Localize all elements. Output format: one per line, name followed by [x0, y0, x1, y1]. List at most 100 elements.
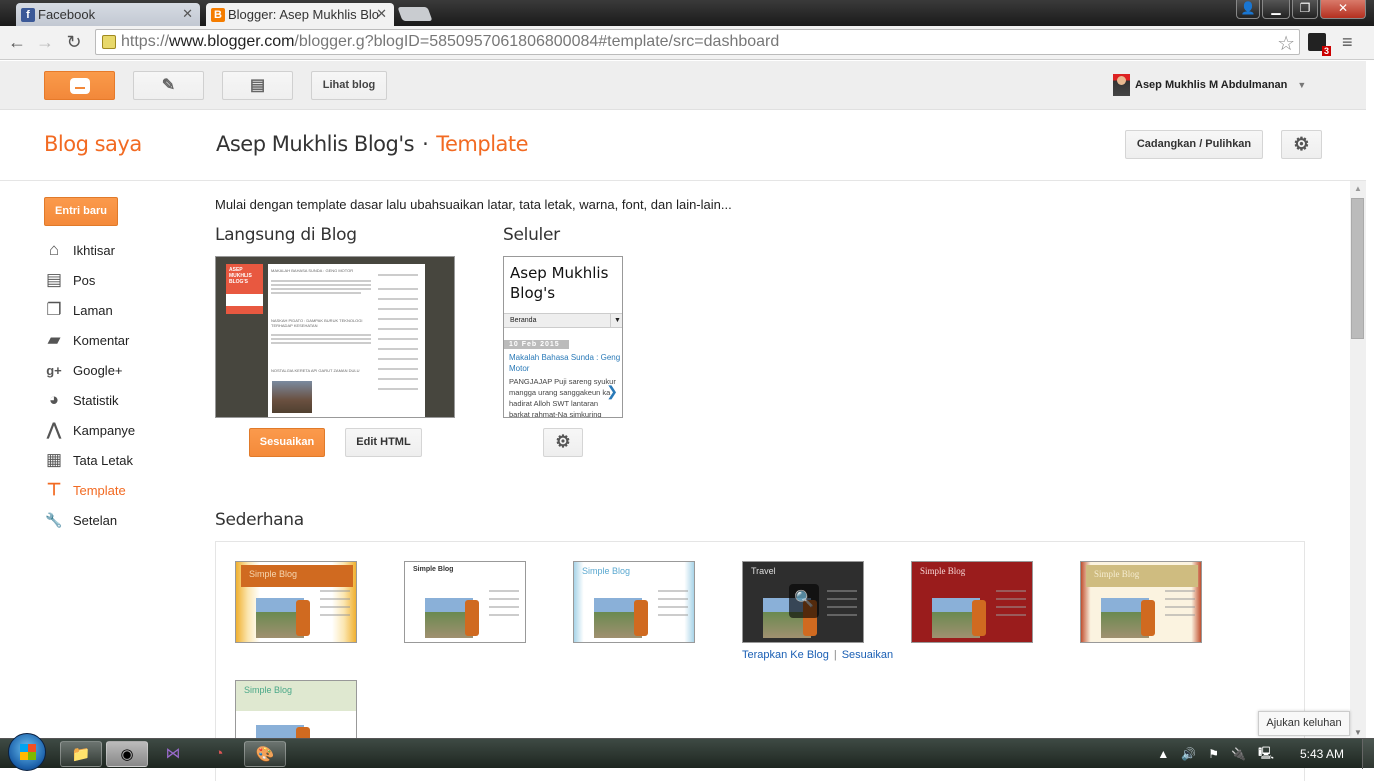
- back-button[interactable]: ←: [6, 32, 28, 53]
- address-bar[interactable]: https://www.blogger.com/blogger.g?blogID…: [95, 29, 1300, 55]
- paint-roller-icon: ⊤: [46, 480, 62, 499]
- send-feedback-button[interactable]: Ajukan keluhan: [1258, 711, 1350, 736]
- clock[interactable]: 5:43 AM: [1300, 747, 1344, 761]
- mobile-preview[interactable]: Asep Mukhlis Blog's Beranda ▼ 10 Feb 2015…: [503, 256, 623, 418]
- edit-html-button[interactable]: Edit HTML: [345, 428, 422, 457]
- bookmark-star-icon[interactable]: ☆: [1277, 31, 1295, 56]
- user-profile-icon[interactable]: 👤: [1236, 0, 1260, 19]
- customize-template-link[interactable]: Sesuaikan: [842, 649, 893, 661]
- sidebar-item-overview[interactable]: ⌂ Ikhtisar: [44, 235, 135, 265]
- minimize-button[interactable]: ▁: [1262, 0, 1290, 19]
- template-title: Simple Blog: [413, 566, 454, 573]
- start-button[interactable]: [8, 733, 46, 771]
- template-thumbnail[interactable]: Simple Blog: [911, 561, 1033, 643]
- template-title: Simple Blog: [920, 566, 966, 576]
- wrench-icon: 🔧: [45, 511, 63, 528]
- scrollbar-thumb[interactable]: [1351, 198, 1364, 339]
- template-title: Simple Blog: [244, 685, 293, 695]
- reload-button[interactable]: ↻: [63, 32, 85, 53]
- system-tray: ▲ 🔊 ⚑ 🔌 🖳 5:43 AM: [1157, 739, 1354, 769]
- sidebar-nav: ⌂ Ikhtisar ▤ Pos ❐ Laman ▰ Komentar g+ Google…: [44, 235, 135, 535]
- sidebar-item-posts[interactable]: ▤ Pos: [44, 265, 135, 295]
- new-entry-button[interactable]: Entri baru: [44, 197, 118, 226]
- network-icon[interactable]: 🖳: [1258, 744, 1274, 765]
- mobile-post-date: 10 Feb 2015: [504, 340, 569, 349]
- template-thumbnail[interactable]: Simple Blog: [1080, 561, 1202, 643]
- forward-button[interactable]: →: [34, 32, 56, 53]
- google-plus-icon: g+: [46, 362, 62, 378]
- chevron-right-icon: ❯: [606, 383, 618, 399]
- windows-taskbar: 📁 ◉ ⋈ ◔ 🎨 ▲ 🔊 ⚑ 🔌 🖳 5:43 AM: [0, 733, 1374, 771]
- page-title: Asep Mukhlis Blog's · Template: [216, 132, 529, 156]
- preview-post-title: NASKAH PIDATO : DAMPAK BURUK TEKNOLOGI T…: [271, 318, 363, 328]
- power-icon[interactable]: 🔌: [1231, 747, 1246, 761]
- template-thumbnail[interactable]: Travel 🔍: [742, 561, 864, 643]
- view-blog-button[interactable]: Lihat blog: [311, 71, 387, 100]
- live-blog-preview[interactable]: ASEP MUKHLIS BLOG'S MAKALAH BAHASA SUNDA…: [215, 256, 455, 418]
- template-thumbnail[interactable]: Simple Blog: [573, 561, 695, 643]
- chrome-icon[interactable]: ◉: [106, 741, 148, 767]
- sidebar-item-campaigns[interactable]: ⋀ Kampanye: [44, 415, 135, 445]
- show-desktop-button[interactable]: [1362, 739, 1374, 769]
- new-tab-button[interactable]: [397, 7, 433, 21]
- pages-icon: ❐: [46, 300, 62, 319]
- paint-icon[interactable]: 🎨: [244, 741, 286, 767]
- action-center-flag-icon[interactable]: ⚑: [1208, 747, 1219, 761]
- settings-button[interactable]: ⚙: [1281, 130, 1322, 159]
- view-posts-button[interactable]: ▤: [222, 71, 293, 100]
- sidebar-item-comments[interactable]: ▰ Komentar: [44, 325, 135, 355]
- blogger-home-button[interactable]: [44, 71, 115, 100]
- chrome-menu-icon[interactable]: ≡: [1342, 32, 1353, 53]
- template-title: Simple Blog: [582, 566, 631, 576]
- facebook-icon: f: [21, 8, 35, 22]
- visual-studio-icon[interactable]: ⋈: [152, 741, 194, 767]
- section-name: Template: [436, 132, 529, 156]
- customize-button[interactable]: Sesuaikan: [249, 428, 325, 457]
- blogger-header: ✎ ▤ Lihat blog Asep Mukhlis M Abdulmanan…: [0, 61, 1366, 110]
- posts-icon: ▤: [45, 270, 63, 289]
- template-title: Simple Blog: [241, 565, 353, 587]
- apply-to-blog-link[interactable]: Terapkan Ke Blog: [742, 649, 829, 661]
- template-thumbnail[interactable]: Simple Blog: [235, 680, 357, 740]
- sidebar-item-label: Laman: [73, 302, 113, 318]
- close-tab-icon[interactable]: ✕: [376, 6, 387, 22]
- page-title-row: Blog saya Asep Mukhlis Blog's · Template C…: [0, 110, 1366, 181]
- close-tab-icon[interactable]: ✕: [182, 6, 193, 22]
- tab-blogger[interactable]: B Blogger: Asep Mukhlis Blo ✕: [206, 3, 394, 26]
- template-thumbnail[interactable]: Simple Blog: [404, 561, 526, 643]
- mobile-post-body: PANGJAJAP Puji sareng syukur mangga uran…: [509, 377, 616, 418]
- mobile-settings-button[interactable]: ⚙: [543, 428, 583, 457]
- sidebar-item-pages[interactable]: ❐ Laman: [44, 295, 135, 325]
- user-name: Asep Mukhlis M Abdulmanan: [1135, 79, 1288, 91]
- browser-toolbar: ← → ↻ https://www.blogger.com/blogger.g?…: [0, 26, 1374, 60]
- sidebar-item-label: Komentar: [73, 332, 130, 348]
- scroll-down-arrow-icon[interactable]: ▼: [1354, 728, 1362, 737]
- sidebar-item-label: Statistik: [73, 392, 119, 408]
- sidebar-item-layout[interactable]: ▦ Tata Letak: [44, 445, 135, 475]
- divider: |: [833, 649, 837, 661]
- sidebar-item-template[interactable]: ⊤ Template: [44, 475, 135, 505]
- adwords-icon: ⋀: [47, 420, 61, 439]
- scroll-up-arrow-icon[interactable]: ▲: [1354, 184, 1362, 193]
- blogger-logo-icon: [69, 78, 90, 94]
- preview-magnifier-icon[interactable]: 🔍: [789, 584, 819, 618]
- chevron-down-icon: ▼: [1297, 80, 1307, 90]
- volume-icon[interactable]: 🔊: [1181, 747, 1196, 761]
- my-blogs-link[interactable]: Blog saya: [44, 132, 142, 156]
- vertical-scrollbar[interactable]: ▲ ▼: [1350, 181, 1366, 740]
- explorer-icon[interactable]: 📁: [60, 741, 102, 767]
- account-menu[interactable]: Asep Mukhlis M Abdulmanan ▼: [1113, 73, 1306, 97]
- new-post-button[interactable]: ✎: [133, 71, 204, 100]
- sidebar-item-settings[interactable]: 🔧 Setelan: [44, 505, 135, 535]
- sidebar-item-stats[interactable]: ◕ Statistik: [44, 385, 135, 415]
- posts-icon: ▤: [249, 77, 266, 94]
- restore-button[interactable]: ❐: [1292, 0, 1318, 19]
- speedometer-icon[interactable]: ◔: [198, 741, 240, 767]
- backup-restore-button[interactable]: Cadangkan / Pulihkan: [1125, 130, 1263, 159]
- close-window-button[interactable]: ✕: [1320, 0, 1366, 19]
- template-thumbnail[interactable]: Simple Blog: [235, 561, 357, 643]
- tab-facebook[interactable]: f Facebook ✕: [16, 3, 200, 26]
- sidebar-item-google-plus[interactable]: g+ Google+: [44, 355, 135, 385]
- show-hidden-icons-icon[interactable]: ▲: [1157, 747, 1169, 761]
- extension-icon[interactable]: 3: [1308, 33, 1331, 56]
